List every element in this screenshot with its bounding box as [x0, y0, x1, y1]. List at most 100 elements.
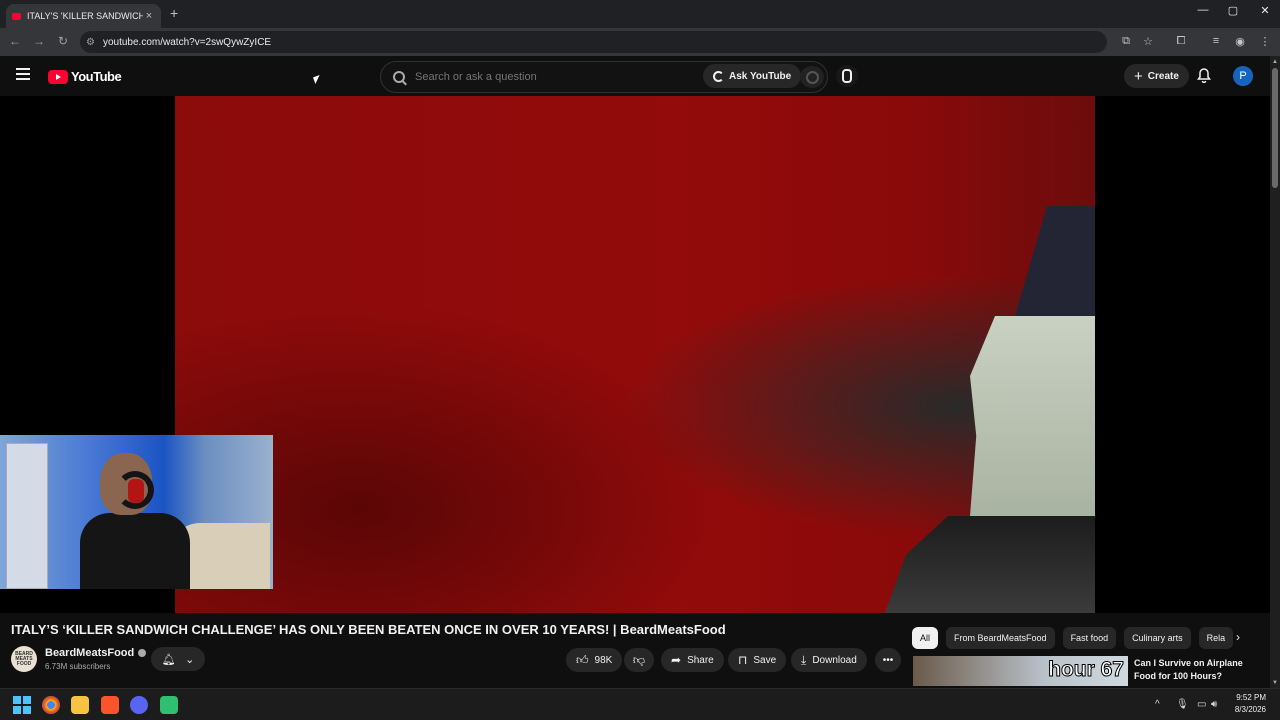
browser-tab-bar: ITALY'S 'KILLER SANDWICH CH... × + — ▢ ✕	[0, 0, 1280, 28]
maximize-button[interactable]: ▢	[1218, 4, 1248, 17]
chip-fast-food[interactable]: Fast food	[1062, 627, 1117, 649]
install-app-icon[interactable]: ⧉	[1118, 35, 1134, 48]
tab-close-icon[interactable]: ×	[143, 10, 155, 22]
save-button[interactable]: ⊓ Save	[728, 648, 787, 672]
tab-title: ITALY'S 'KILLER SANDWICH CH...	[27, 11, 143, 21]
brave-icon[interactable]	[101, 696, 119, 714]
clock-date: 8/3/2026	[1234, 705, 1266, 714]
search-input[interactable]	[415, 71, 695, 83]
webcam-overlay	[0, 435, 273, 589]
video-title: ITALY’S ‘KILLER SANDWICH CHALLENGE’ HAS …	[11, 622, 726, 637]
video-wall-area	[970, 316, 1095, 516]
ask-youtube-button[interactable]: Ask YouTube	[703, 64, 802, 88]
youtube-play-icon	[48, 69, 68, 84]
search-icon	[393, 71, 405, 83]
thumbs-down-icon: 👎︎	[632, 652, 646, 667]
chevron-right-icon[interactable]: ›	[1236, 630, 1240, 644]
youtube-logo[interactable]: YouTube	[48, 69, 122, 84]
new-tab-button[interactable]: +	[170, 5, 178, 21]
tray-chevron-up-icon[interactable]: ^	[1155, 699, 1160, 710]
address-bar[interactable]: ⚙ youtube.com/watch?v=2swQywZyICE	[80, 31, 1107, 53]
scroll-down-icon[interactable]: ▼	[1272, 680, 1278, 686]
more-actions-button[interactable]: •••	[875, 648, 901, 672]
ask-youtube-label: Ask YouTube	[729, 70, 792, 82]
browser-tab[interactable]: ITALY'S 'KILLER SANDWICH CH... ×	[6, 4, 161, 28]
windows-start-icon[interactable]	[13, 696, 31, 714]
save-label: Save	[753, 654, 777, 666]
chip-from-channel[interactable]: From BeardMeatsFood	[946, 627, 1055, 649]
chip-related[interactable]: Rela	[1198, 627, 1234, 649]
channel-avatar[interactable]: BEARD MEATS FOOD	[11, 646, 37, 672]
share-icon: ➦	[671, 653, 682, 667]
app-icon[interactable]	[160, 696, 178, 714]
download-label: Download	[812, 654, 857, 666]
webcam-door	[6, 443, 48, 589]
like-count: 98K	[594, 654, 613, 666]
chevron-down-icon: ⌄	[185, 653, 195, 666]
download-icon: ⤓	[801, 652, 807, 667]
chrome-icon[interactable]	[42, 696, 60, 714]
video-dark-object	[1015, 206, 1095, 316]
create-label: Create	[1147, 70, 1179, 82]
recommended-title[interactable]: Can I Survive on Airplane Food for 100 H…	[1134, 657, 1254, 683]
channel-name[interactable]: BeardMeatsFood	[45, 647, 134, 659]
youtube-header: YouTube Ask YouTube + Create P	[0, 56, 1270, 96]
media-control-icon[interactable]: ≡	[1208, 35, 1224, 47]
forward-icon[interactable]: →	[31, 34, 47, 48]
file-explorer-icon[interactable]	[71, 696, 89, 714]
scroll-up-icon[interactable]: ▲	[1272, 59, 1278, 65]
site-info-icon[interactable]: ⚙	[86, 37, 95, 48]
account-avatar[interactable]: P	[1233, 66, 1253, 86]
volume-icon[interactable]: 🔊︎	[1211, 699, 1217, 710]
hamburger-menu-icon[interactable]	[16, 68, 30, 80]
subscriber-count: 6.73M subscribers	[45, 662, 111, 671]
recommended-thumbnail[interactable]: hour 67	[913, 656, 1128, 686]
bell-icon: 🔔︎	[161, 653, 176, 666]
webcam-person-body	[80, 513, 190, 589]
share-button[interactable]: ➦ Share	[661, 648, 724, 672]
bookmark-star-icon[interactable]: ☆	[1140, 35, 1156, 48]
subscription-bell-button[interactable]: 🔔︎ ⌄	[151, 647, 205, 671]
extensions-icon[interactable]: ⧠	[1173, 35, 1189, 48]
browser-menu-icon[interactable]: ⋮	[1257, 35, 1273, 48]
video-floor-area	[885, 516, 1095, 613]
dislike-button[interactable]: 👎︎	[624, 648, 654, 672]
ask-youtube-icon	[713, 70, 724, 82]
channel-name-row[interactable]: BeardMeatsFood	[45, 647, 147, 659]
window-close-button[interactable]: ✕	[1250, 4, 1280, 17]
profile-icon[interactable]: ◉	[1232, 35, 1248, 48]
minimize-button[interactable]: —	[1188, 4, 1218, 16]
share-label: Share	[687, 654, 714, 666]
plus-icon: +	[1134, 67, 1143, 85]
thumbs-up-icon: 👍︎	[576, 652, 589, 667]
display-icon[interactable]: ▭	[1197, 699, 1206, 710]
like-button[interactable]: 👍︎ 98K	[566, 648, 622, 672]
scrollbar-thumb[interactable]	[1272, 68, 1278, 188]
youtube-logo-text: YouTube	[71, 69, 122, 84]
download-button[interactable]: ⤓ Download	[791, 648, 867, 672]
browser-toolbar: ← → ↻ ⚙ youtube.com/watch?v=2swQywZyICE …	[0, 28, 1280, 56]
youtube-favicon-icon	[12, 12, 21, 20]
microphone-icon[interactable]: 🎙︎	[1176, 699, 1189, 710]
bookmark-icon: ⊓	[738, 653, 748, 667]
search-submit-button[interactable]	[800, 66, 824, 88]
discord-icon[interactable]	[130, 696, 148, 714]
back-icon[interactable]: ←	[7, 34, 23, 48]
notifications-bell-icon[interactable]	[1197, 68, 1211, 84]
reload-icon[interactable]: ↻	[55, 34, 71, 48]
chip-all[interactable]: All	[912, 627, 939, 649]
address-url: youtube.com/watch?v=2swQywZyICE	[102, 36, 272, 48]
windows-taskbar: ^ 🎙︎ ▭ 🔊︎ 9:52 PM 8/3/2026	[0, 688, 1280, 720]
video-frame[interactable]	[175, 96, 1095, 613]
recommendation-chips: All From BeardMeatsFood Fast food Culina…	[912, 627, 1234, 649]
page-scrollbar[interactable]: ▲ ▼	[1270, 56, 1280, 688]
clock-time: 9:52 PM	[1236, 693, 1266, 702]
chip-culinary-arts[interactable]: Culinary arts	[1124, 627, 1191, 649]
create-button[interactable]: + Create	[1124, 64, 1189, 88]
system-clock[interactable]: 9:52 PM 8/3/2026	[1228, 692, 1266, 716]
webcam-headset-earcup	[128, 479, 144, 503]
verified-icon	[138, 649, 147, 657]
more-icon: •••	[882, 654, 894, 666]
thumbnail-text: hour 67	[1048, 658, 1125, 682]
voice-search-mic-icon[interactable]	[836, 65, 858, 87]
